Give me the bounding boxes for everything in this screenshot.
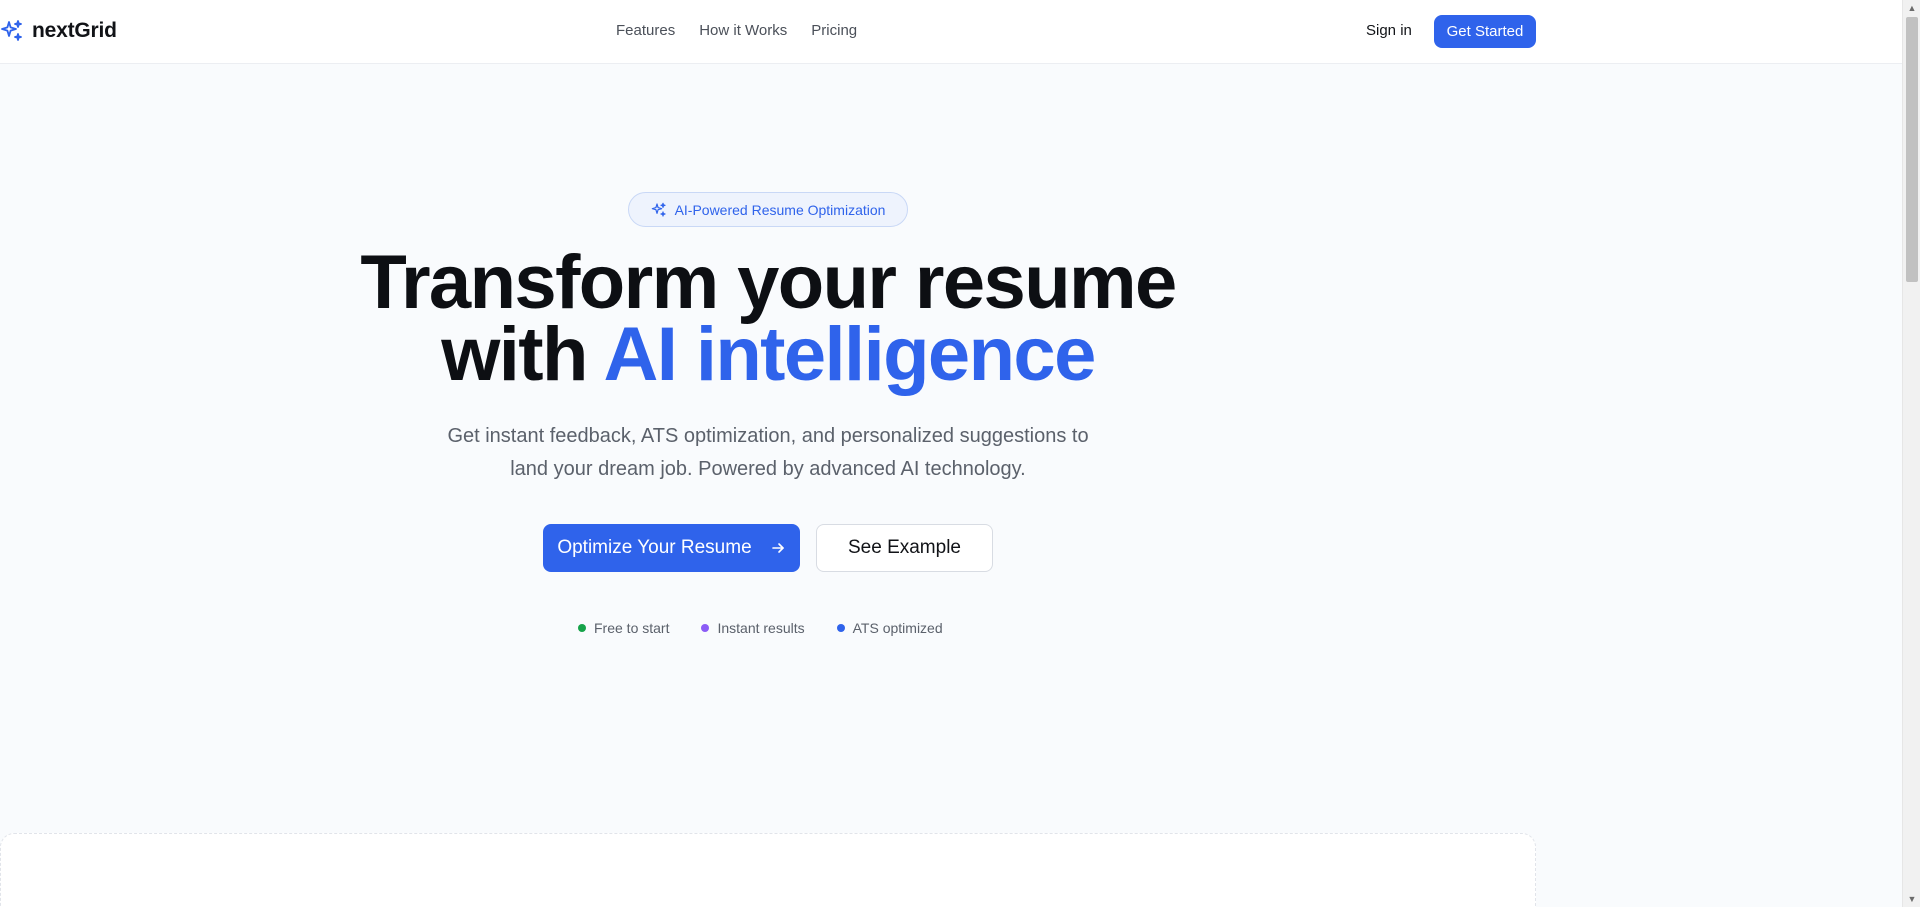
vertical-scrollbar[interactable]: ▲ ▼	[1902, 0, 1920, 907]
nav-link-pricing[interactable]: Pricing	[811, 22, 857, 39]
logo[interactable]: nextGrid	[0, 19, 117, 43]
hero-headline: Transform your resume with AI intelligen…	[0, 240, 1536, 393]
hero-badge-text: AI-Powered Resume Optimization	[674, 201, 886, 218]
headline-prefix: with	[441, 312, 604, 397]
feature-label: Free to start	[594, 620, 670, 636]
subtitle-line-1: Get instant feedback, ATS optimization, …	[447, 425, 1089, 447]
nav-link-how-it-works[interactable]: How it Works	[699, 22, 787, 39]
feature-item: Instant results	[701, 620, 805, 636]
main-nav: Features How it Works Pricing	[616, 22, 857, 39]
feature-item: ATS optimized	[836, 620, 943, 636]
hero-subtitle: Get instant feedback, ATS optimization, …	[0, 420, 1536, 486]
purple-dot-icon	[701, 624, 710, 632]
subtitle-line-2: land your dream job. Powered by advanced…	[510, 458, 1026, 480]
scroll-up-arrow-icon[interactable]: ▲	[1903, 0, 1920, 16]
scroll-down-arrow-icon[interactable]: ▼	[1903, 891, 1920, 907]
sign-in-link[interactable]: Sign in	[1366, 22, 1412, 39]
nav-link-features[interactable]: Features	[616, 22, 675, 39]
green-dot-icon	[578, 624, 586, 632]
optimize-resume-label: Optimize Your Resume	[557, 537, 752, 558]
landing-page: nextGrid Features How it Works Pricing S…	[0, 0, 1920, 907]
feature-highlights: Free to start Instant results ATS optimi…	[578, 620, 943, 636]
sparkles-icon	[1, 20, 22, 41]
headline-accent: AI intelligence	[603, 312, 1097, 397]
sparkles-icon	[651, 202, 666, 217]
optimize-resume-button[interactable]: Optimize Your Resume	[543, 524, 800, 572]
feature-label: ATS optimized	[852, 620, 943, 636]
preview-card	[0, 833, 1536, 907]
logo-text: nextGrid	[32, 19, 117, 42]
headline-line-2: with AI intelligence	[0, 317, 1536, 393]
get-started-button[interactable]: Get Started	[1434, 15, 1536, 48]
arrow-right-icon	[771, 543, 784, 553]
feature-item: Free to start	[578, 620, 669, 636]
scrollbar-thumb[interactable]	[1906, 17, 1918, 282]
top-navigation-bar: nextGrid Features How it Works Pricing S…	[0, 0, 1902, 64]
blue-dot-icon	[836, 624, 845, 632]
headline-line-1: Transform your resume	[360, 240, 1177, 325]
hero-badge: AI-Powered Resume Optimization	[628, 192, 908, 227]
feature-label: Instant results	[717, 620, 805, 636]
see-example-button[interactable]: See Example	[816, 524, 993, 572]
